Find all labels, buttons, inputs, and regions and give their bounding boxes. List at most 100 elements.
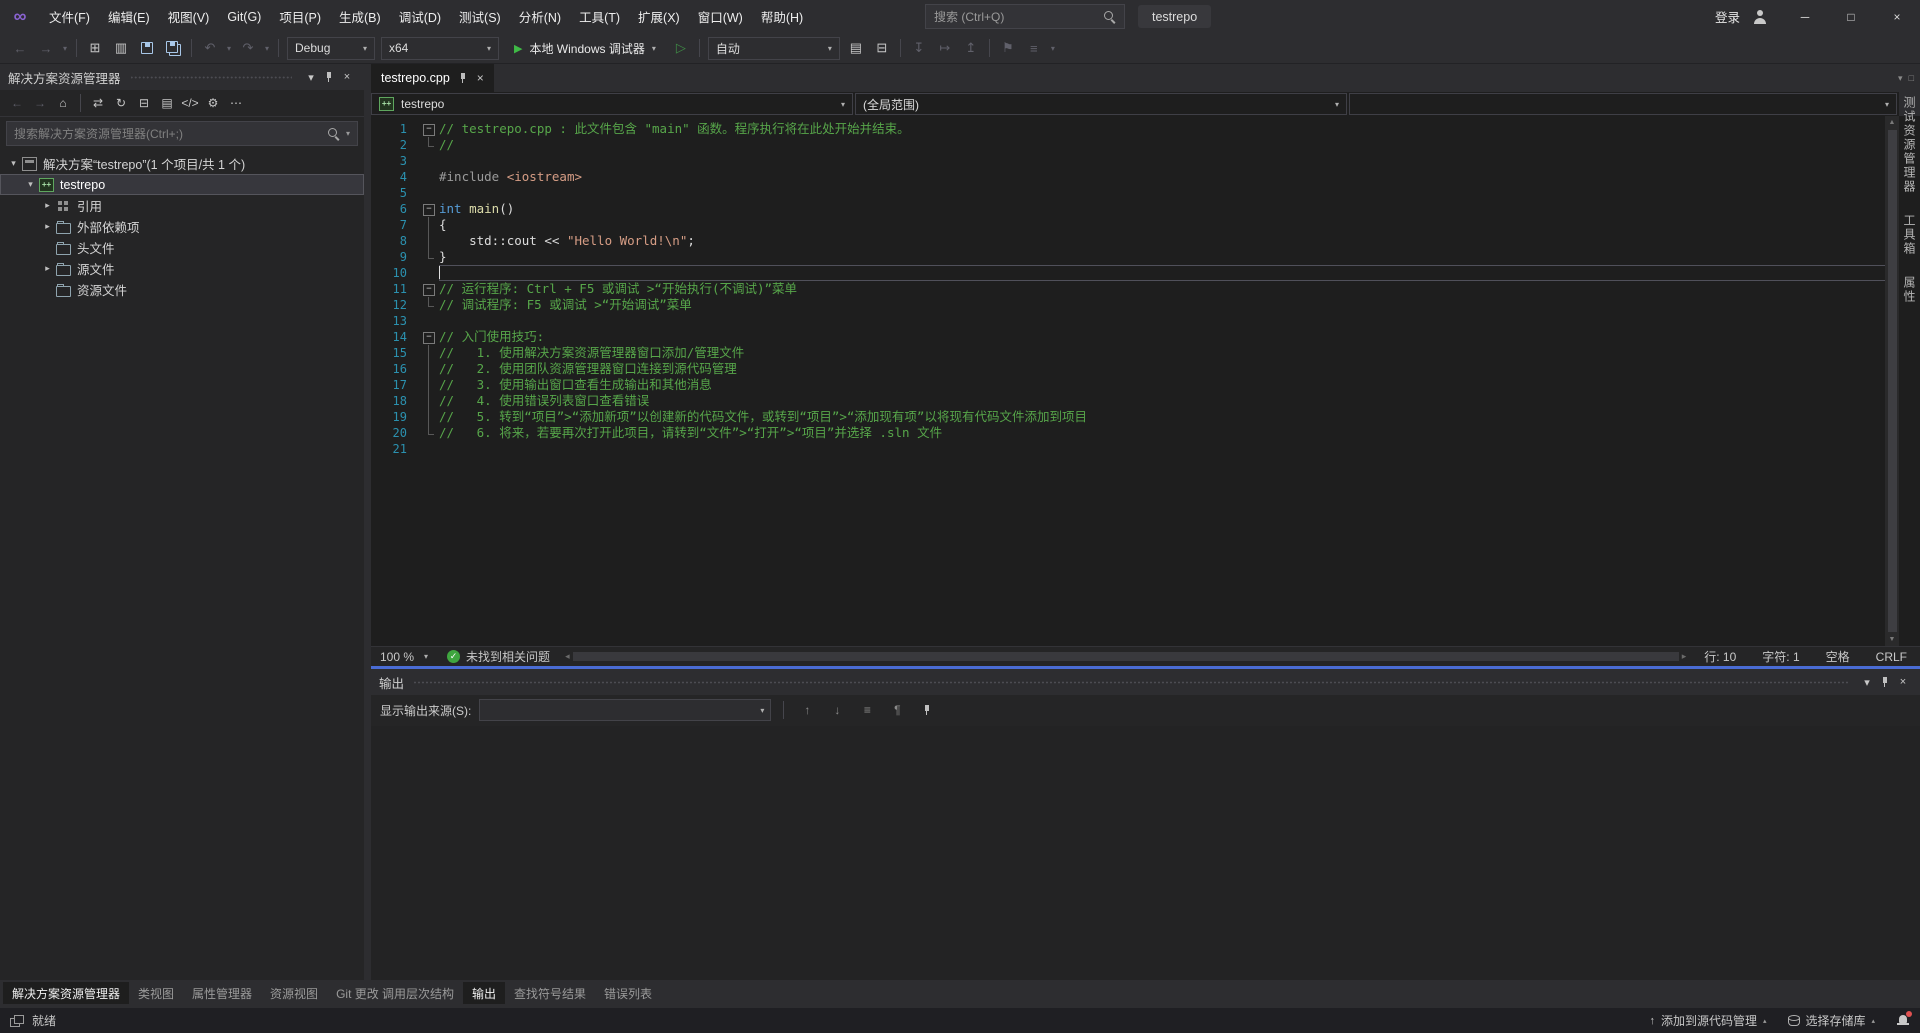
code-health-indicator[interactable]: 未找到相关问题 — [437, 648, 560, 665]
horizontal-scrollbar[interactable]: ◂ ▸ — [560, 647, 1691, 666]
maximize-button[interactable]: □ — [1828, 0, 1874, 33]
tree-item[interactable]: ▸源文件 — [0, 258, 364, 279]
previous-message-icon[interactable]: ↑ — [796, 699, 818, 721]
scroll-right-icon[interactable]: ▸ — [1682, 651, 1687, 662]
code-line[interactable]: 4#include <iostream> — [371, 169, 1899, 185]
zoom-dropdown[interactable]: 100 % ▾ — [371, 647, 437, 666]
scrollbar-thumb[interactable] — [573, 652, 1679, 661]
redo-dropdown-icon[interactable]: ▾ — [262, 44, 272, 53]
menu-item[interactable]: 编辑(E) — [99, 0, 159, 33]
code-editor[interactable]: 1// testrepo.cpp : 此文件包含 "main" 函数。程序执行将… — [371, 116, 1920, 646]
right-dock-tab[interactable]: 工具箱 — [1901, 214, 1918, 256]
code-line[interactable]: 10 — [371, 265, 1899, 281]
save-icon[interactable] — [135, 36, 159, 60]
drag-grip[interactable] — [131, 75, 292, 80]
window-position-icon[interactable]: ▾ — [302, 68, 320, 86]
drag-grip[interactable] — [414, 680, 1848, 685]
configuration-dropdown[interactable]: Debug ▾ — [287, 37, 375, 60]
close-panel-icon[interactable]: × — [338, 68, 356, 86]
spaces-indicator[interactable]: 空格 — [1813, 648, 1863, 665]
vertical-scrollbar[interactable]: ▲ ▼ — [1885, 116, 1899, 646]
quick-search-box[interactable]: 搜索 (Ctrl+Q) — [925, 4, 1125, 29]
document-tab[interactable]: testrepo.cpp × — [371, 64, 494, 92]
scroll-up-icon[interactable]: ▲ — [1889, 116, 1896, 129]
scrollbar-thumb[interactable] — [1888, 130, 1897, 632]
tree-item[interactable]: ▸引用 — [0, 195, 364, 216]
sign-in-button[interactable]: 登录 — [1707, 7, 1748, 26]
menu-item[interactable]: 测试(S) — [450, 0, 510, 33]
fold-marker-icon[interactable] — [419, 121, 439, 137]
se-back-icon[interactable]: ← — [7, 93, 27, 113]
code-line[interactable]: 3 — [371, 153, 1899, 169]
undo-dropdown-icon[interactable]: ▾ — [224, 44, 234, 53]
menu-item[interactable]: 扩展(X) — [629, 0, 689, 33]
code-line[interactable]: 2// — [371, 137, 1899, 153]
navigation-dropdown-icon[interactable]: ▾ — [60, 44, 70, 53]
navigate-forward-icon[interactable]: → — [34, 36, 58, 60]
user-avatar-icon[interactable] — [1752, 9, 1768, 25]
code-line[interactable]: 17// 3. 使用输出窗口查看生成输出和其他消息 — [371, 377, 1899, 393]
dock-tab[interactable]: 错误列表 — [595, 982, 661, 1004]
switch-views-icon[interactable]: ⇄ — [88, 93, 108, 113]
code-line[interactable]: 1// testrepo.cpp : 此文件包含 "main" 函数。程序执行将… — [371, 121, 1899, 137]
dock-tab[interactable]: 查找符号结果 — [505, 982, 595, 1004]
output-content[interactable] — [371, 726, 1920, 980]
tree-expander-icon[interactable]: ▾ — [6, 158, 21, 169]
float-window-icon[interactable]: □ — [1909, 73, 1914, 83]
step-into-icon[interactable]: ↧ — [907, 36, 931, 60]
code-line[interactable]: 12// 调试程序: F5 或调试 >“开始调试”菜单 — [371, 297, 1899, 313]
watch-mode-dropdown[interactable]: 自动 ▾ — [708, 37, 840, 60]
code-line[interactable]: 21 — [371, 441, 1899, 457]
menu-item[interactable]: 视图(V) — [159, 0, 219, 33]
dock-tab[interactable]: 类视图 — [129, 982, 183, 1004]
fold-marker-icon[interactable] — [419, 329, 439, 345]
dock-tab[interactable]: 输出 — [463, 982, 505, 1004]
right-dock-tab[interactable]: 测试资源管理器 — [1901, 96, 1918, 194]
properties-icon[interactable]: ⚙ — [203, 93, 223, 113]
menu-item[interactable]: 窗口(W) — [689, 0, 752, 33]
code-line[interactable]: 14// 入门使用技巧: — [371, 329, 1899, 345]
redo-icon[interactable]: ↷ — [236, 36, 260, 60]
tree-item[interactable]: 头文件 — [0, 237, 364, 258]
code-line[interactable]: 7{ — [371, 217, 1899, 233]
home-icon[interactable]: ⌂ — [53, 93, 73, 113]
line-indicator[interactable]: 行: 10 — [1691, 648, 1749, 665]
tree-expander-icon[interactable]: ▾ — [23, 179, 38, 190]
code-line[interactable]: 13 — [371, 313, 1899, 329]
menu-item[interactable]: Git(G) — [218, 0, 270, 33]
solution-name-badge[interactable]: testrepo — [1138, 5, 1211, 28]
menu-item[interactable]: 调试(D) — [390, 0, 450, 33]
select-repository-button[interactable]: 选择存储库 ▴ — [1777, 1008, 1886, 1033]
document-list-icon[interactable]: ▾ — [1898, 73, 1903, 84]
se-forward-icon[interactable]: → — [30, 93, 50, 113]
tree-item[interactable]: ▾testrepo — [0, 174, 364, 195]
output-source-dropdown[interactable]: ▾ — [479, 699, 771, 721]
add-to-source-control-button[interactable]: ↑ 添加到源代码管理 ▴ — [1638, 1008, 1777, 1033]
undo-icon[interactable]: ↶ — [198, 36, 222, 60]
save-all-icon[interactable] — [161, 36, 185, 60]
right-dock-tab[interactable]: 属性 — [1901, 276, 1918, 304]
clear-all-icon[interactable]: ≡ — [856, 699, 878, 721]
dock-tab[interactable]: 属性管理器 — [183, 982, 261, 1004]
pin-icon[interactable] — [1876, 673, 1894, 691]
view-code-icon[interactable]: </> — [180, 93, 200, 113]
code-line[interactable]: 16// 2. 使用团队资源管理器窗口连接到源代码管理 — [371, 361, 1899, 377]
toolbar-overflow-icon[interactable]: ▾ — [1048, 44, 1058, 53]
code-line[interactable]: 15// 1. 使用解决方案资源管理器窗口添加/管理文件 — [371, 345, 1899, 361]
bookmark-icon[interactable]: ⚑ — [996, 36, 1020, 60]
word-wrap-icon[interactable]: ¶ — [886, 699, 908, 721]
code-line[interactable]: 5 — [371, 185, 1899, 201]
show-all-files-icon[interactable]: ▤ — [157, 93, 177, 113]
tree-expander-icon[interactable]: ▸ — [40, 221, 55, 232]
tab-close-icon[interactable]: × — [477, 71, 484, 85]
close-button[interactable]: × — [1874, 0, 1920, 33]
menu-item[interactable]: 分析(N) — [510, 0, 570, 33]
code-line[interactable]: 11// 运行程序: Ctrl + F5 或调试 >“开始执行(不调试)”菜单 — [371, 281, 1899, 297]
code-line[interactable]: 19// 5. 转到“项目”>“添加新项”以创建新的代码文件，或转到“项目”>“… — [371, 409, 1899, 425]
show-diagnostics-icon[interactable]: ⊟ — [870, 36, 894, 60]
platform-dropdown[interactable]: x64 ▾ — [381, 37, 499, 60]
tree-expander-icon[interactable]: ▸ — [40, 200, 55, 211]
scroll-down-icon[interactable]: ▼ — [1889, 633, 1896, 646]
code-line[interactable]: 9} — [371, 249, 1899, 265]
fold-marker-icon[interactable] — [419, 281, 439, 297]
